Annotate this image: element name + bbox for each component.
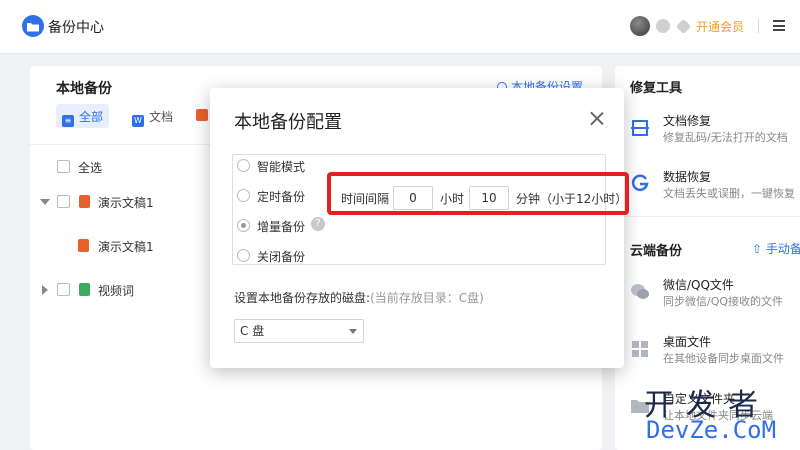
video-file-icon xyxy=(79,283,90,296)
doc-repair-title[interactable]: 文档修复 xyxy=(663,112,711,129)
word-doc-icon: W xyxy=(132,115,144,127)
tab-all[interactable]: ≡ 全部 xyxy=(56,104,110,128)
list-item[interactable]: 演示文稿1 xyxy=(40,194,220,210)
chat-files-title[interactable]: 微信/QQ文件 xyxy=(663,276,734,293)
disk-select[interactable]: C 盘 xyxy=(234,319,364,343)
help-icon[interactable]: ? xyxy=(311,217,325,231)
cloud-logo-icon xyxy=(22,15,44,37)
list-icon: ≡ xyxy=(62,115,74,127)
collapse-arrow-icon[interactable] xyxy=(40,199,50,205)
doc-repair-icon xyxy=(631,120,649,136)
scheduled-backup-label: 定时备份 xyxy=(257,190,306,204)
vip-level-icon xyxy=(656,19,670,33)
diamond-icon xyxy=(675,18,692,35)
manual-backup-link[interactable]: ⇧ 手动备 xyxy=(752,240,800,257)
smart-mode-label: 智能模式 xyxy=(257,160,306,174)
list-item[interactable]: 演示文稿1 xyxy=(78,238,228,254)
disk-label-text: 设置本地备份存放的磁盘: xyxy=(234,291,371,305)
expand-arrow-icon[interactable] xyxy=(42,285,48,295)
dialog-title: 本地备份配置 xyxy=(234,112,342,133)
ppt-file-icon xyxy=(79,195,90,208)
smart-mode-radio[interactable] xyxy=(237,159,250,172)
chevron-down-icon xyxy=(349,329,357,334)
desktop-files-desc: 在其他设备同步桌面文件 xyxy=(663,352,784,365)
chat-files-desc: 同步微信/QQ接收的文件 xyxy=(663,295,784,308)
watermark-bottom: DevZe.CoM xyxy=(646,416,777,444)
select-all-row[interactable]: 全选 xyxy=(57,159,137,175)
divider xyxy=(615,216,800,217)
tab-ppt[interactable] xyxy=(196,104,208,128)
app-title: 备份中心 xyxy=(48,20,104,36)
divider xyxy=(758,19,759,33)
disk-select-value: C 盘 xyxy=(240,324,265,338)
tab-docs[interactable]: W 文档 xyxy=(126,104,179,128)
highlight-annotation xyxy=(327,172,629,215)
disable-backup-radio[interactable] xyxy=(237,249,250,262)
backup-config-dialog: 本地备份配置 智能模式 定时备份 时间间隔 0 小时 10 分钟（小于12小时）… xyxy=(210,88,629,368)
repair-tools-title: 修复工具 xyxy=(630,81,683,96)
watermark: 开发者 DevZe.CoM xyxy=(640,380,800,450)
chat-icon xyxy=(631,284,649,299)
incremental-backup-radio[interactable] xyxy=(237,219,250,232)
data-recovery-desc: 文档丢失或误删，一键恢复 xyxy=(663,187,795,200)
open-vip-link[interactable]: 开通会员 xyxy=(696,18,744,35)
file-name: 演示文稿1 xyxy=(98,240,154,254)
desktop-files-title[interactable]: 桌面文件 xyxy=(663,333,711,350)
list-item[interactable]: 视频词 xyxy=(40,282,220,298)
backup-mode-options: 智能模式 定时备份 时间间隔 0 小时 10 分钟（小于12小时） 增量备份 ?… xyxy=(232,154,629,265)
cloud-backup-title: 云端备份 xyxy=(630,244,683,259)
tab-docs-label: 文档 xyxy=(149,110,174,124)
row-checkbox[interactable] xyxy=(57,283,70,296)
close-icon[interactable] xyxy=(590,111,604,125)
scheduled-backup-radio[interactable] xyxy=(237,189,250,202)
file-name: 视频词 xyxy=(98,284,135,298)
disk-setting-label: 设置本地备份存放的磁盘:(当前存放目录：C盘) xyxy=(234,289,484,306)
select-all-label: 全选 xyxy=(78,161,103,175)
select-all-checkbox[interactable] xyxy=(57,160,70,173)
disable-backup-label: 关闭备份 xyxy=(257,250,306,264)
manual-backup-label: 手动备 xyxy=(765,242,800,256)
upload-icon: ⇧ xyxy=(752,242,766,256)
ppt-file-icon xyxy=(78,239,89,252)
file-name: 演示文稿1 xyxy=(98,196,154,210)
panel-title: 本地备份 xyxy=(56,81,112,97)
top-bar: 备份中心 开通会员 xyxy=(0,0,800,54)
current-dir-hint: (当前存放目录：C盘) xyxy=(370,291,484,305)
doc-repair-desc: 修复乱码/无法打开的文档 xyxy=(663,131,788,144)
hamburger-menu-icon[interactable] xyxy=(773,20,785,31)
incremental-backup-label: 增量备份 xyxy=(257,220,306,234)
row-checkbox[interactable] xyxy=(57,195,70,208)
ppt-icon xyxy=(196,109,208,121)
tab-all-label: 全部 xyxy=(79,110,104,124)
data-recovery-icon xyxy=(631,174,649,191)
avatar[interactable] xyxy=(630,16,650,36)
windows-icon xyxy=(632,341,648,357)
data-recovery-title[interactable]: 数据恢复 xyxy=(663,168,711,185)
